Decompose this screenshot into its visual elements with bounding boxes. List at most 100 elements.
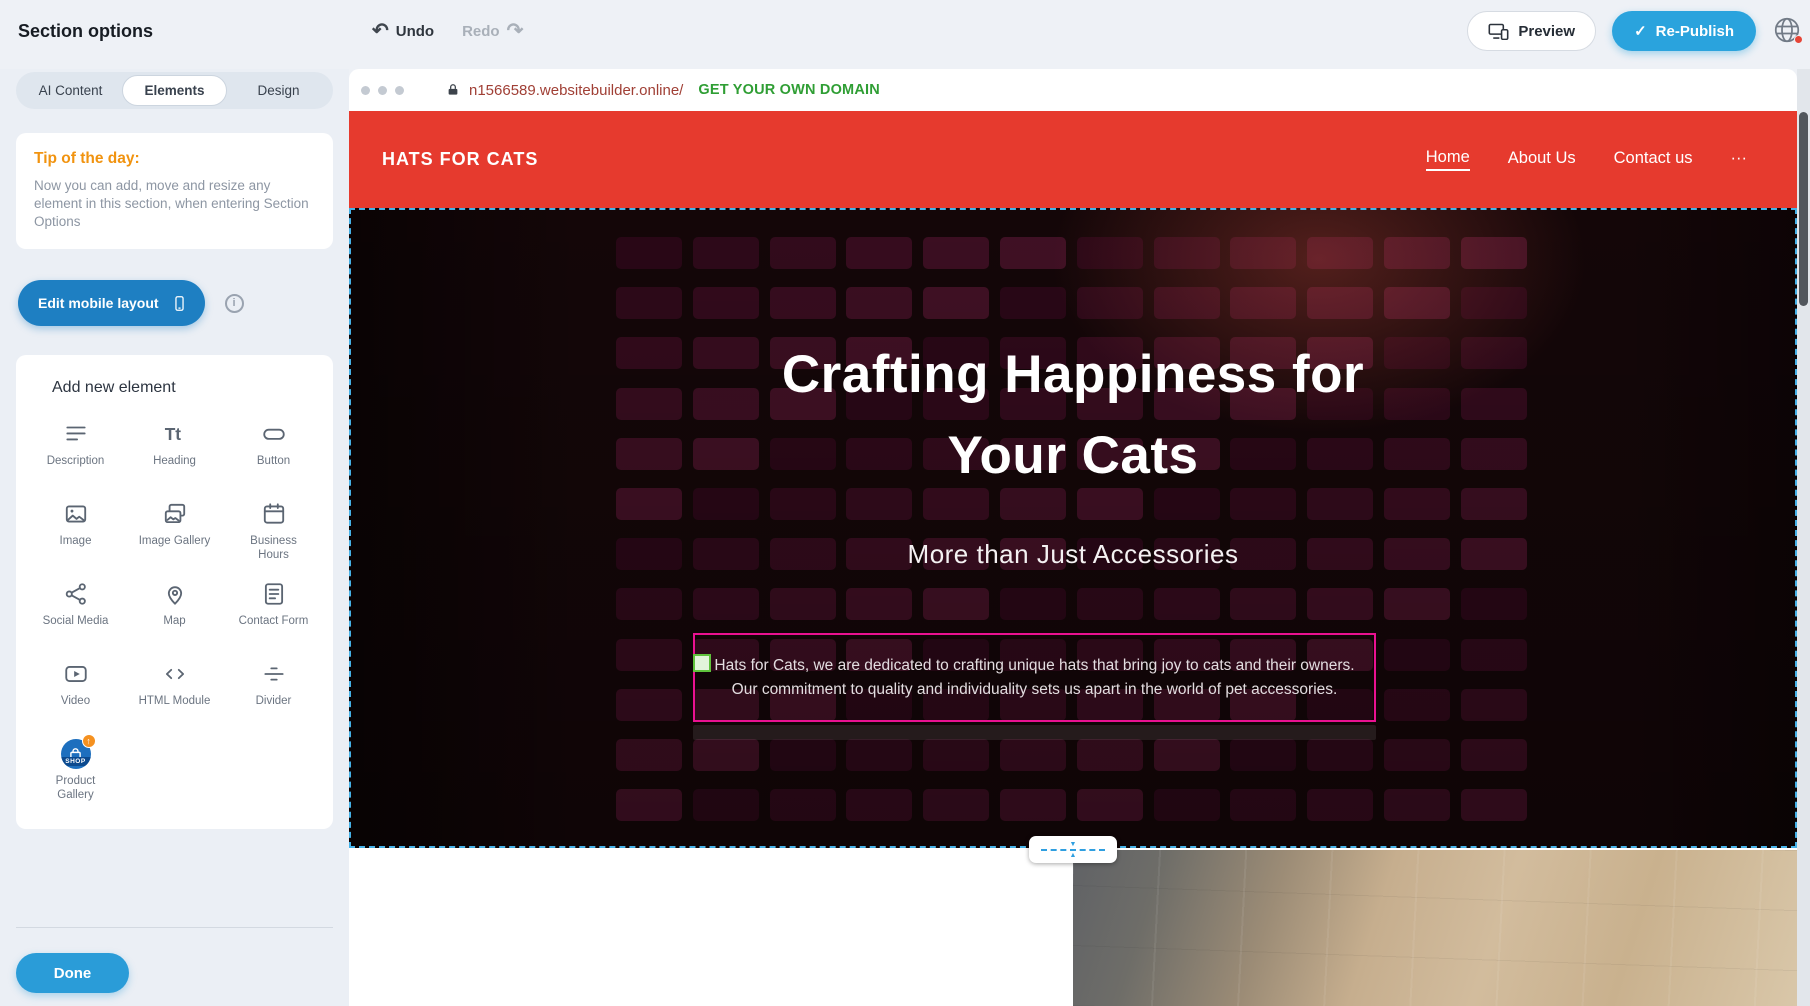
dashed-divider — [1041, 849, 1105, 851]
element-label: Video — [61, 695, 90, 709]
tab-design[interactable]: Design — [227, 75, 330, 106]
hero-tile — [1461, 639, 1527, 671]
add-element-social-media[interactable]: Social Media — [26, 579, 125, 643]
map-icon — [162, 579, 188, 609]
hero-tile — [616, 287, 682, 319]
hero-tile — [846, 287, 912, 319]
hero-tile — [1230, 237, 1296, 269]
add-element-video[interactable]: Video — [26, 659, 125, 723]
hero-tile — [1307, 789, 1373, 821]
hero-tile — [693, 237, 759, 269]
hero-tile — [693, 287, 759, 319]
element-label: Map — [163, 615, 185, 629]
add-element-title: Add new element — [26, 379, 323, 397]
element-label: Contact Form — [239, 615, 309, 629]
element-label: Product Gallery — [37, 775, 115, 803]
hero-paragraph: Hats for Cats, we are dedicated to craft… — [695, 654, 1374, 702]
hero-tile — [846, 237, 912, 269]
nav-contact-us[interactable]: Contact us — [1614, 149, 1693, 170]
language-globe-icon[interactable] — [1772, 15, 1802, 45]
element-label: Social Media — [43, 615, 109, 629]
image-icon — [63, 499, 89, 529]
nav-about-us[interactable]: About Us — [1508, 149, 1576, 170]
done-button[interactable]: Done — [16, 953, 129, 993]
hero-heading-line2: Your Cats — [349, 415, 1797, 496]
hero-tile — [923, 237, 989, 269]
hero-tile — [1230, 789, 1296, 821]
redo-icon: ↷ — [507, 21, 524, 41]
hero-tile — [693, 789, 759, 821]
site-url[interactable]: n1566589.websitebuilder.online/ — [469, 82, 683, 99]
hero-tile — [1077, 237, 1143, 269]
hero-tile — [770, 237, 836, 269]
edit-mobile-layout-button[interactable]: Edit mobile layout — [18, 280, 205, 326]
add-element-html-module[interactable]: HTML Module — [125, 659, 224, 723]
info-icon[interactable]: i — [225, 294, 244, 313]
edit-mobile-label: Edit mobile layout — [38, 295, 159, 311]
republish-label: Re-Publish — [1656, 23, 1734, 40]
history-controls: ↶ Undo Redo ↷ — [372, 0, 523, 62]
hero-tile — [1000, 287, 1066, 319]
scrollbar-thumb[interactable] — [1799, 112, 1808, 306]
hero-tile — [923, 588, 989, 620]
heading-icon: Tt — [162, 419, 188, 449]
nav-more[interactable]: ··· — [1731, 149, 1747, 170]
hero-tile — [1230, 739, 1296, 771]
editor-canvas: n1566589.websitebuilder.online/ GET YOUR… — [349, 69, 1797, 1006]
hero-tile — [1384, 588, 1450, 620]
add-element-button[interactable]: Button — [224, 419, 323, 483]
element-label: HTML Module — [139, 695, 211, 709]
hero-tile — [1077, 287, 1143, 319]
nav-home[interactable]: Home — [1426, 148, 1470, 171]
editor-topbar: Section options ↶ Undo Redo ↷ Preview — [0, 0, 1810, 69]
site-logo[interactable]: HATS FOR CATS — [382, 149, 538, 170]
add-element-contact-form[interactable]: Contact Form — [224, 579, 323, 643]
hero-tile — [1461, 789, 1527, 821]
add-element-product-gallery[interactable]: SHOP↑Product Gallery — [26, 739, 125, 803]
hero-tile-grid — [349, 208, 1797, 848]
hero-tile — [1384, 689, 1450, 721]
hero-tile — [846, 789, 912, 821]
element-label: Description — [47, 455, 105, 469]
hero-tile — [693, 739, 759, 771]
hero-tile — [846, 739, 912, 771]
hero-tile — [1461, 739, 1527, 771]
selected-text-element[interactable]: Hats for Cats, we are dedicated to craft… — [693, 633, 1376, 722]
browser-bar: n1566589.websitebuilder.online/ GET YOUR… — [349, 69, 1797, 111]
resize-handle[interactable] — [693, 654, 711, 672]
tab-ai-content[interactable]: AI Content — [19, 75, 122, 106]
tab-elements[interactable]: Elements — [122, 75, 227, 106]
add-element-map[interactable]: Map — [125, 579, 224, 643]
hero-tile — [770, 588, 836, 620]
add-element-divider[interactable]: Divider — [224, 659, 323, 723]
element-label: Image Gallery — [139, 535, 211, 549]
hero-tile — [616, 639, 682, 671]
site-header[interactable]: HATS FOR CATS Home About Us Contact us ··· — [349, 111, 1797, 208]
divider-icon — [261, 659, 287, 689]
add-element-description[interactable]: Description — [26, 419, 125, 483]
hero-tile — [770, 789, 836, 821]
get-domain-link[interactable]: GET YOUR OWN DOMAIN — [698, 82, 880, 98]
element-label: Heading — [153, 455, 196, 469]
republish-button[interactable]: ✓ Re-Publish — [1612, 11, 1756, 51]
add-element-card: Add new element Description Tt Heading Butt… — [16, 355, 333, 829]
add-element-business-hours[interactable]: Business Hours — [224, 499, 323, 563]
scrollbar-track[interactable] — [1797, 69, 1810, 1006]
hero-heading[interactable]: Crafting Happiness for Your Cats — [349, 334, 1797, 496]
undo-button[interactable]: ↶ Undo — [372, 21, 434, 41]
next-section[interactable] — [349, 848, 1797, 1006]
preview-button[interactable]: Preview — [1467, 11, 1596, 51]
hero-tile — [616, 739, 682, 771]
hero-heading-line1: Crafting Happiness for — [349, 334, 1797, 415]
hero-section[interactable]: Crafting Happiness for Your Cats More th… — [349, 208, 1797, 848]
section-resize-handle[interactable]: ▼ ▲ — [1029, 836, 1117, 863]
add-element-image-gallery[interactable]: Image Gallery — [125, 499, 224, 563]
hero-subheading[interactable]: More than Just Accessories — [349, 539, 1797, 570]
hero-tile — [1077, 739, 1143, 771]
add-element-heading[interactable]: Tt Heading — [125, 419, 224, 483]
redo-button[interactable]: Redo ↷ — [462, 21, 523, 41]
hero-tile — [923, 739, 989, 771]
tip-title: Tip of the day: — [34, 150, 315, 168]
hero-tile — [1077, 588, 1143, 620]
add-element-image[interactable]: Image — [26, 499, 125, 563]
